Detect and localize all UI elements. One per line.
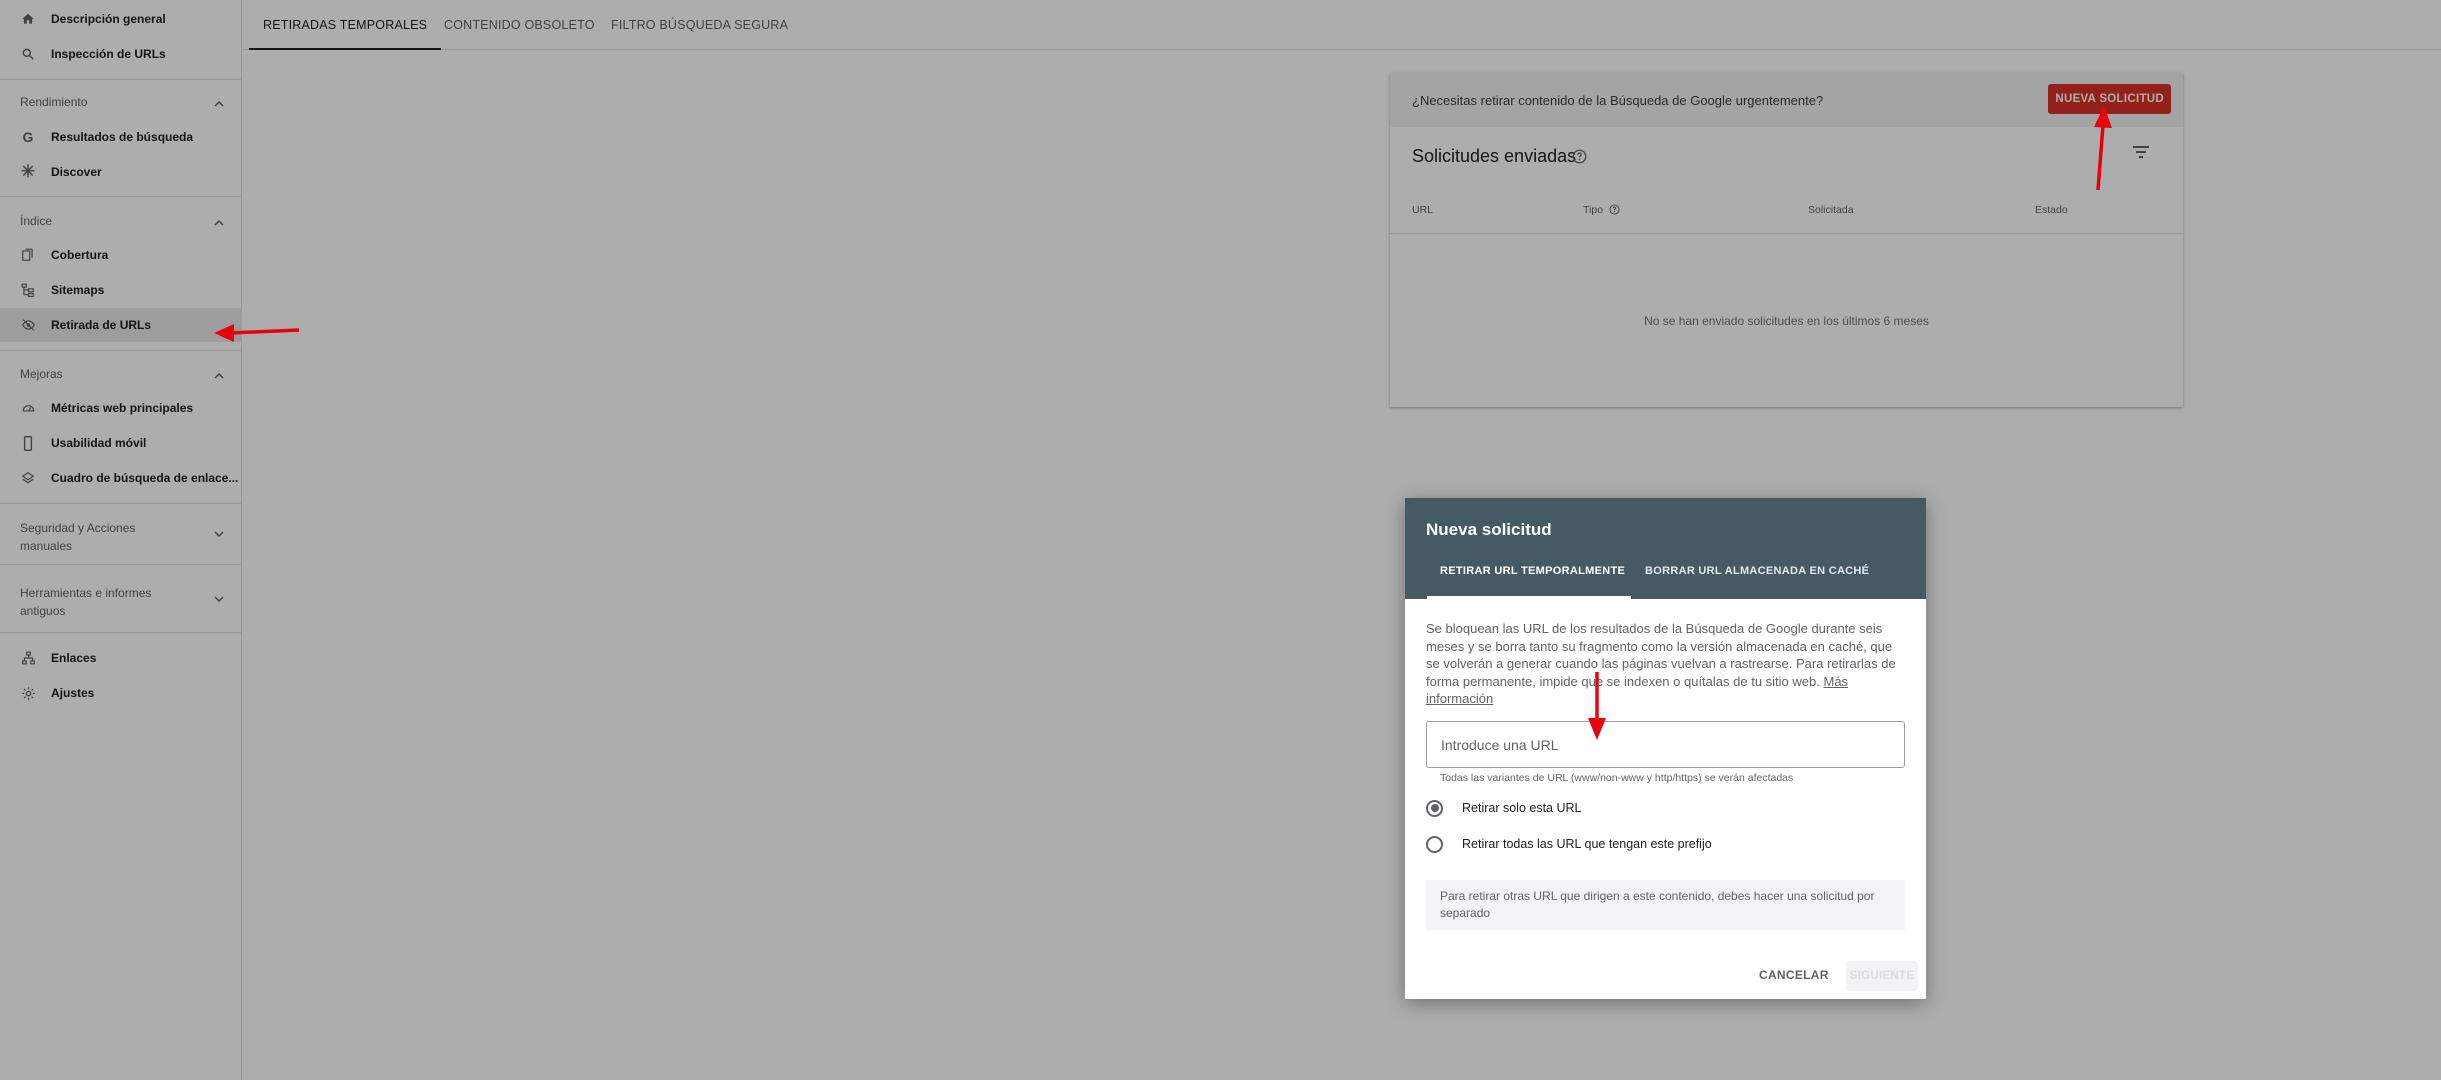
modal-backdrop[interactable]	[0, 0, 2441, 1080]
info-note: Para retirar otras URL que dirigen a est…	[1426, 880, 1905, 930]
radio-checked-icon	[1426, 799, 1443, 817]
dialog-header: Nueva solicitud RETIRAR URL TEMPORALMENT…	[1405, 498, 1926, 599]
next-button[interactable]: SIGUIENTE	[1846, 961, 1918, 991]
active-tab-indicator	[1427, 596, 1631, 599]
tab-remove-url-temporarily[interactable]: RETIRAR URL TEMPORALMENTE	[1440, 565, 1625, 577]
dialog-description: Se bloquean las URL de los resultados de…	[1426, 620, 1906, 708]
radio-remove-prefix[interactable]: Retirar todas las URL que tengan este pr…	[1426, 834, 1712, 854]
url-input[interactable]	[1426, 721, 1905, 768]
dialog-title: Nueva solicitud	[1426, 520, 1552, 539]
radio-remove-this-url[interactable]: Retirar solo esta URL	[1426, 798, 1582, 818]
tab-clear-cached-url[interactable]: BORRAR URL ALMACENADA EN CACHÉ	[1645, 565, 1869, 577]
cancel-button[interactable]: CANCELAR	[1759, 968, 1829, 982]
radio-unchecked-icon	[1426, 835, 1443, 853]
url-hint: Todas las variantes de URL (www/non-www …	[1440, 772, 1794, 784]
new-request-dialog: Nueva solicitud RETIRAR URL TEMPORALMENT…	[1405, 498, 1926, 999]
radio-label: Retirar todas las URL que tengan este pr…	[1462, 837, 1712, 851]
radio-label: Retirar solo esta URL	[1462, 801, 1582, 815]
